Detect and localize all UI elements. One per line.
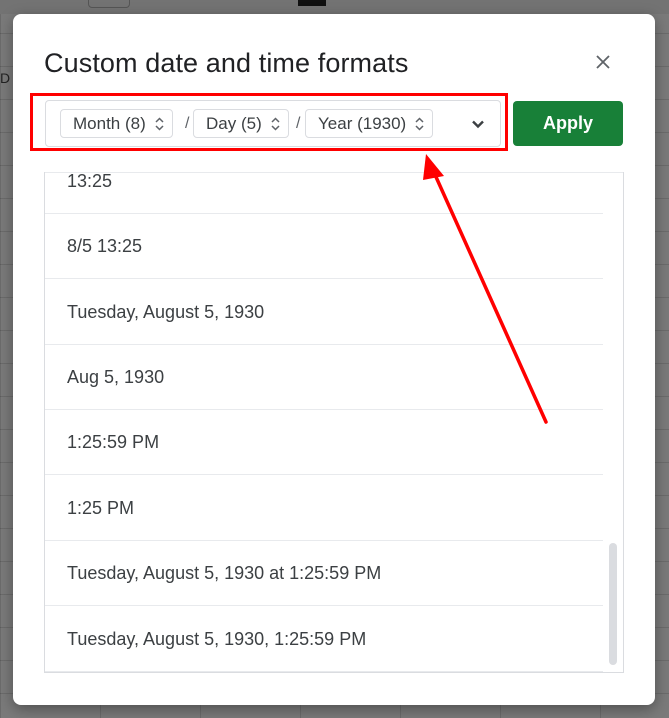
up-down-arrows-icon <box>271 116 280 131</box>
column-header-fragment: D <box>0 70 11 86</box>
format-list[interactable]: 13:25 8/5 13:25 Tuesday, August 5, 1930 … <box>44 172 624 673</box>
date-separator: / <box>296 115 301 132</box>
toolbar-strip <box>0 0 669 14</box>
up-down-arrows-icon <box>415 116 424 131</box>
apply-button[interactable]: Apply <box>513 101 623 146</box>
up-down-arrows-icon <box>155 116 164 131</box>
custom-date-time-dialog: Custom date and time formats Month (8) /… <box>13 14 655 705</box>
format-dropdown-button[interactable] <box>466 113 490 135</box>
month-chip[interactable]: Month (8) <box>60 109 173 138</box>
format-option[interactable]: Tuesday, August 5, 1930 at 1:25:59 PM <box>45 541 603 606</box>
format-option[interactable]: Tuesday, August 5, 1930, 1:25:59 PM <box>45 607 603 672</box>
format-option[interactable]: Tuesday, August 5, 1930 <box>45 280 603 345</box>
date-separator: / <box>185 115 190 132</box>
format-option[interactable]: 13:25 <box>45 172 603 214</box>
chevron-down-icon <box>472 120 484 129</box>
dialog-title: Custom date and time formats <box>44 48 409 78</box>
text-color-swatch <box>298 0 326 6</box>
day-chip-label: Day (5) <box>206 113 262 133</box>
list-scrollbar[interactable] <box>609 543 617 665</box>
format-input[interactable]: Month (8) / Day (5) / Year (1930) <box>45 100 501 147</box>
format-option[interactable]: 1:25 PM <box>45 476 603 541</box>
toolbar-button <box>88 0 130 8</box>
format-option[interactable]: 8/5 13:25 <box>45 214 603 279</box>
day-chip[interactable]: Day (5) <box>193 109 289 138</box>
close-icon <box>596 55 610 69</box>
year-chip-label: Year (1930) <box>318 113 407 133</box>
close-button[interactable] <box>590 49 616 75</box>
format-option[interactable]: Aug 5, 1930 <box>45 345 603 410</box>
format-option[interactable]: 1:25:59 PM <box>45 410 603 475</box>
year-chip[interactable]: Year (1930) <box>305 109 434 138</box>
month-chip-label: Month (8) <box>73 113 146 133</box>
